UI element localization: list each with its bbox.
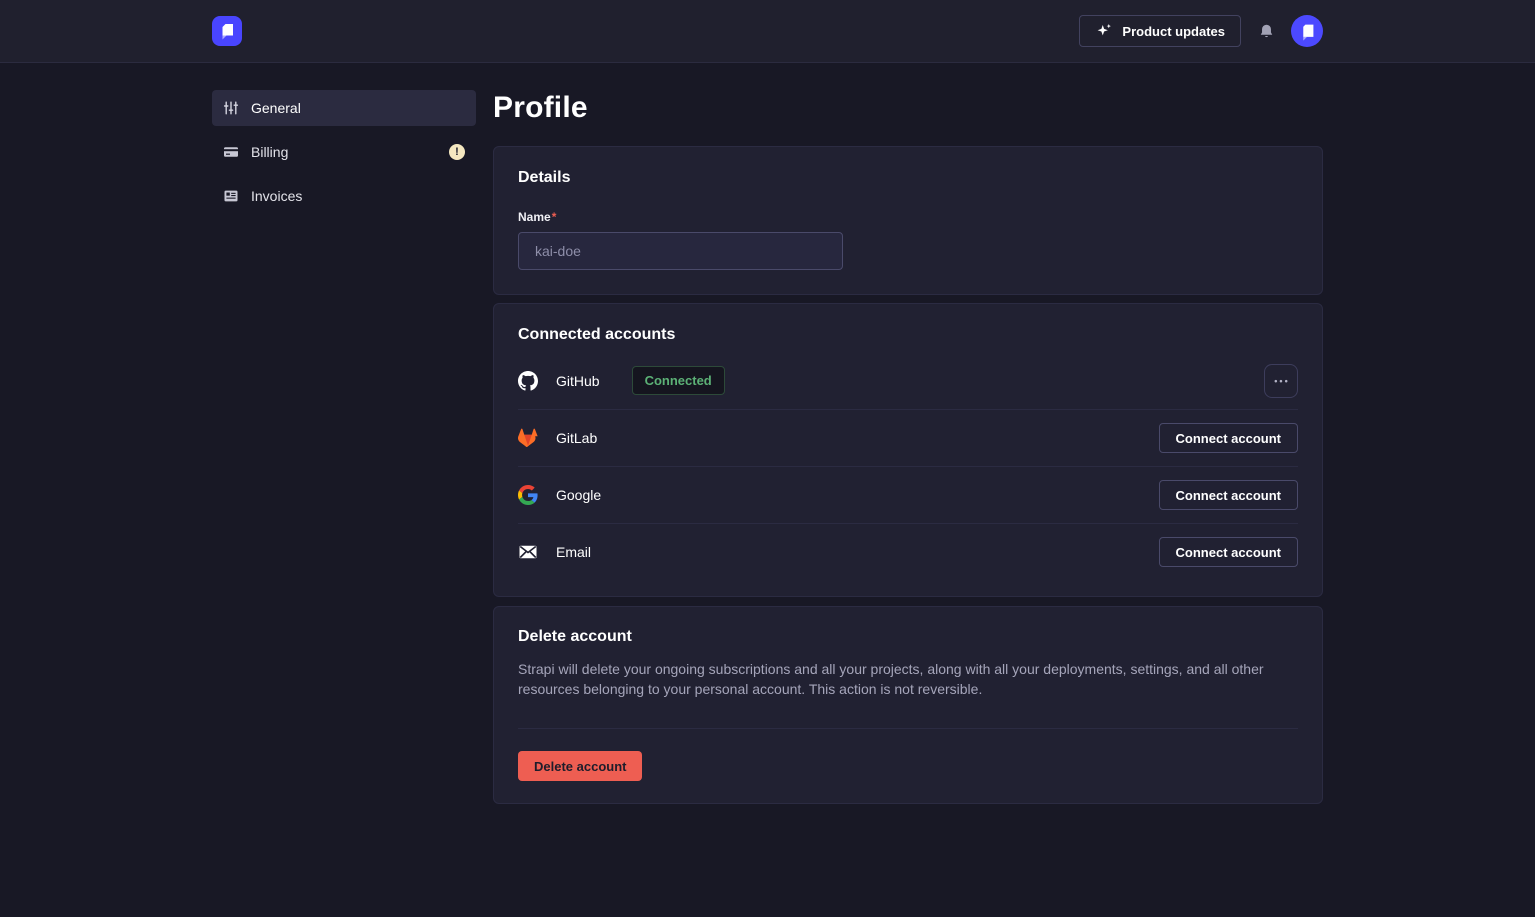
- top-header: Product updates: [0, 0, 1535, 63]
- bell-icon: [1258, 23, 1275, 40]
- provider-name: GitHub: [556, 373, 600, 389]
- provider-name: GitLab: [556, 430, 597, 446]
- sidebar-item-label: General: [251, 100, 301, 116]
- profile-content: Profile Details Name* Connected accounts…: [493, 90, 1323, 804]
- delete-account-card: Delete account Strapi will delete your o…: [493, 606, 1323, 804]
- notifications-button[interactable]: [1258, 23, 1275, 40]
- provider-name: Google: [556, 487, 601, 503]
- account-row-gitlab: GitLab Connect account: [518, 409, 1298, 466]
- invoice-icon: [223, 188, 239, 204]
- details-card: Details Name*: [493, 146, 1323, 295]
- sparkle-icon: [1095, 22, 1113, 40]
- credit-card-icon: [223, 144, 239, 160]
- connected-accounts-title: Connected accounts: [518, 304, 1298, 352]
- email-connect-button[interactable]: Connect account: [1159, 537, 1298, 567]
- provider-name: Email: [556, 544, 591, 560]
- connected-status-badge: Connected: [632, 366, 725, 395]
- sidebar-item-label: Billing: [251, 144, 288, 160]
- account-row-google: Google Connect account: [518, 466, 1298, 523]
- gitlab-icon: [518, 428, 538, 448]
- main-area: General Billing !: [212, 63, 1323, 804]
- google-connect-button[interactable]: Connect account: [1159, 480, 1298, 510]
- github-icon: [518, 371, 538, 391]
- gitlab-connect-button[interactable]: Connect account: [1159, 423, 1298, 453]
- billing-warning-badge: !: [449, 144, 465, 160]
- sliders-icon: [223, 100, 239, 116]
- delete-account-button[interactable]: Delete account: [518, 751, 642, 781]
- name-input[interactable]: [518, 232, 843, 270]
- sidebar-item-billing[interactable]: Billing !: [212, 134, 476, 170]
- google-icon: [518, 485, 538, 505]
- strapi-logo-icon: [212, 16, 242, 46]
- connected-accounts-card: Connected accounts GitHub Connected •••: [493, 303, 1323, 597]
- settings-sidebar: General Billing !: [212, 90, 476, 804]
- divider: [518, 728, 1298, 729]
- github-more-button[interactable]: •••: [1264, 364, 1298, 398]
- delete-account-description: Strapi will delete your ongoing subscrip…: [518, 659, 1298, 699]
- name-label: Name*: [518, 210, 556, 224]
- delete-account-title: Delete account: [518, 628, 1298, 646]
- sidebar-item-label: Invoices: [251, 188, 302, 204]
- avatar-strapi-icon: [1291, 15, 1323, 47]
- product-updates-label: Product updates: [1122, 24, 1225, 39]
- user-avatar[interactable]: [1291, 15, 1323, 47]
- account-row-github: GitHub Connected •••: [518, 352, 1298, 409]
- more-icon: •••: [1274, 376, 1289, 386]
- sidebar-item-general[interactable]: General: [212, 90, 476, 126]
- sidebar-item-invoices[interactable]: Invoices: [212, 178, 476, 214]
- page-title: Profile: [493, 91, 1323, 125]
- email-icon: [518, 542, 538, 562]
- required-marker: *: [552, 210, 557, 224]
- account-row-email: Email Connect account: [518, 523, 1298, 580]
- product-updates-button[interactable]: Product updates: [1079, 15, 1241, 47]
- strapi-logo[interactable]: [212, 16, 242, 46]
- details-card-title: Details: [518, 169, 1298, 187]
